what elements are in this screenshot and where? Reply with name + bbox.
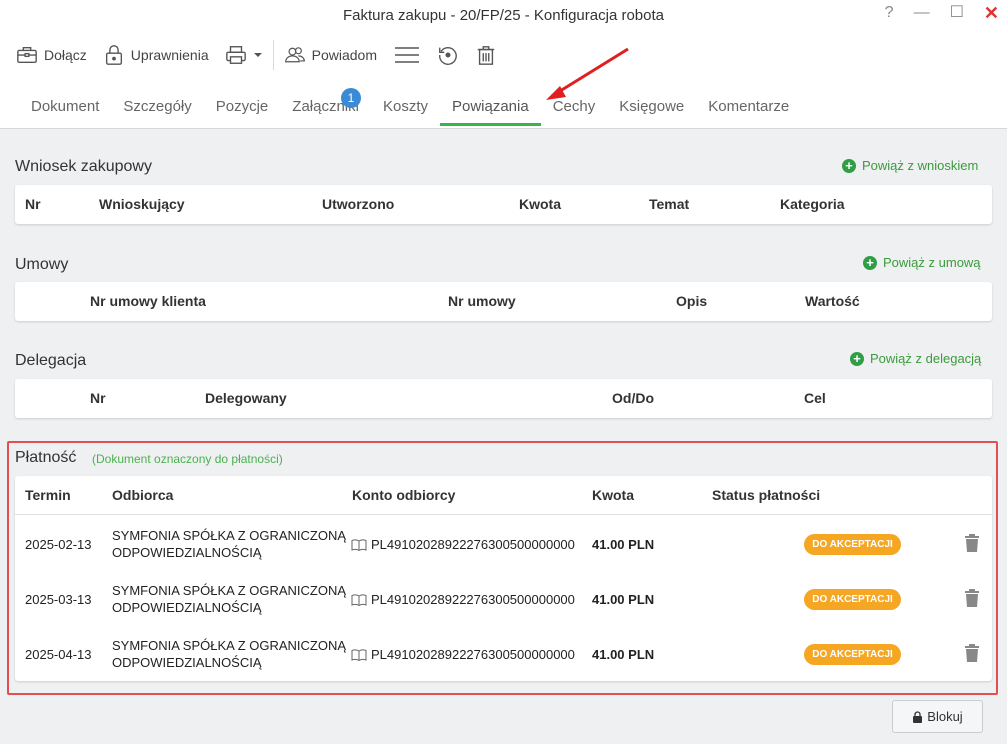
- column-header[interactable]: Nr: [25, 196, 41, 212]
- column-header[interactable]: Cel: [804, 390, 826, 406]
- plus-circle-icon: +: [850, 351, 864, 366]
- amount: 41.00 PLN: [592, 537, 655, 552]
- column-header[interactable]: Status płatności: [712, 487, 820, 503]
- link-delegation-button[interactable]: + Powiąż z delegacją: [850, 351, 981, 366]
- payment-title: Płatność: [15, 449, 77, 466]
- recipient-line: SYMFONIA SPÓŁKA Z OGRANICZONĄ: [112, 583, 347, 598]
- delegation-table: Nr Delegowany Od/Do Cel: [15, 379, 992, 418]
- purchase-request-table: Nr Wnioskujący Utworzono Kwota Temat Kat…: [15, 185, 992, 224]
- book-icon: [351, 594, 367, 606]
- column-header[interactable]: Konto odbiorcy: [352, 487, 455, 503]
- trash-icon[interactable]: [964, 589, 980, 607]
- plus-circle-icon: +: [842, 158, 856, 173]
- column-header[interactable]: Kwota: [519, 196, 561, 212]
- contracts-table: Nr umowy klienta Nr umowy Opis Wartość: [15, 282, 992, 321]
- column-header[interactable]: Nr umowy klienta: [90, 293, 206, 309]
- trash-icon[interactable]: [964, 644, 980, 662]
- due-date: 2025-02-13: [25, 537, 92, 552]
- recipient: SYMFONIA SPÓŁKA Z OGRANICZONĄ ODPOWIEDZI…: [112, 527, 346, 561]
- book-icon: [351, 649, 367, 661]
- link-delegation-label: Powiąż z delegacją: [870, 351, 982, 366]
- account-number: PL49102028922276300500000000: [371, 592, 575, 607]
- column-header[interactable]: Temat: [649, 196, 689, 212]
- link-contract-button[interactable]: + Powiąż z umową: [863, 255, 981, 270]
- column-header[interactable]: Utworzono: [322, 196, 394, 212]
- recipient-line: ODPOWIEDZIALNOŚCIĄ: [112, 545, 262, 560]
- status-badge: DO AKCEPTACJI: [804, 589, 901, 610]
- column-header[interactable]: Odbiorca: [112, 487, 173, 503]
- recipient: SYMFONIA SPÓŁKA Z OGRANICZONĄ ODPOWIEDZI…: [112, 637, 346, 671]
- recipient-account: PL49102028922276300500000000: [351, 647, 575, 662]
- purchase-request-title: Wniosek zakupowy: [15, 158, 152, 175]
- account-number: PL49102028922276300500000000: [371, 537, 575, 552]
- recipient: SYMFONIA SPÓŁKA Z OGRANICZONĄ ODPOWIEDZI…: [112, 582, 346, 616]
- amount: 41.00 PLN: [592, 647, 655, 662]
- trash-icon[interactable]: [964, 534, 980, 552]
- column-header[interactable]: Kategoria: [780, 196, 845, 212]
- delegation-title: Delegacja: [15, 352, 87, 369]
- block-button-label: Blokuj: [927, 709, 963, 724]
- annotation-arrow: [546, 47, 629, 100]
- link-contract-label: Powiąż z umową: [883, 255, 981, 270]
- link-purchase-request-label: Powiąż z wnioskiem: [862, 158, 979, 173]
- lock-icon: [913, 710, 923, 723]
- recipient-line: SYMFONIA SPÓŁKA Z OGRANICZONĄ: [112, 638, 347, 653]
- status-badge: DO AKCEPTACJI: [804, 644, 901, 665]
- book-icon: [351, 539, 367, 551]
- due-date: 2025-04-13: [25, 647, 92, 662]
- header-divider: [15, 514, 992, 515]
- column-header[interactable]: Delegowany: [205, 390, 287, 406]
- recipient-line: SYMFONIA SPÓŁKA Z OGRANICZONĄ: [112, 528, 347, 543]
- contracts-title: Umowy: [15, 256, 69, 273]
- payment-note: (Dokument oznaczony do płatności): [92, 452, 283, 466]
- plus-circle-icon: +: [863, 255, 877, 270]
- recipient-account: PL49102028922276300500000000: [351, 592, 575, 607]
- due-date: 2025-03-13: [25, 592, 92, 607]
- column-header[interactable]: Opis: [676, 293, 707, 309]
- column-header[interactable]: Kwota: [592, 487, 634, 503]
- column-header[interactable]: Wartość: [805, 293, 860, 309]
- account-number: PL49102028922276300500000000: [371, 647, 575, 662]
- recipient-line: ODPOWIEDZIALNOŚCIĄ: [112, 600, 262, 615]
- payment-table: Termin Odbiorca Konto odbiorcy Kwota Sta…: [15, 476, 992, 681]
- column-header[interactable]: Nr: [90, 390, 106, 406]
- block-button[interactable]: Blokuj: [892, 700, 983, 733]
- status-badge: DO AKCEPTACJI: [804, 534, 901, 555]
- column-header[interactable]: Wnioskujący: [99, 196, 185, 212]
- recipient-account: PL49102028922276300500000000: [351, 537, 575, 552]
- column-header[interactable]: Od/Do: [612, 390, 654, 406]
- link-purchase-request-button[interactable]: + Powiąż z wnioskiem: [842, 158, 978, 173]
- column-header[interactable]: Nr umowy: [448, 293, 516, 309]
- column-header[interactable]: Termin: [25, 487, 71, 503]
- amount: 41.00 PLN: [592, 592, 655, 607]
- recipient-line: ODPOWIEDZIALNOŚCIĄ: [112, 655, 262, 670]
